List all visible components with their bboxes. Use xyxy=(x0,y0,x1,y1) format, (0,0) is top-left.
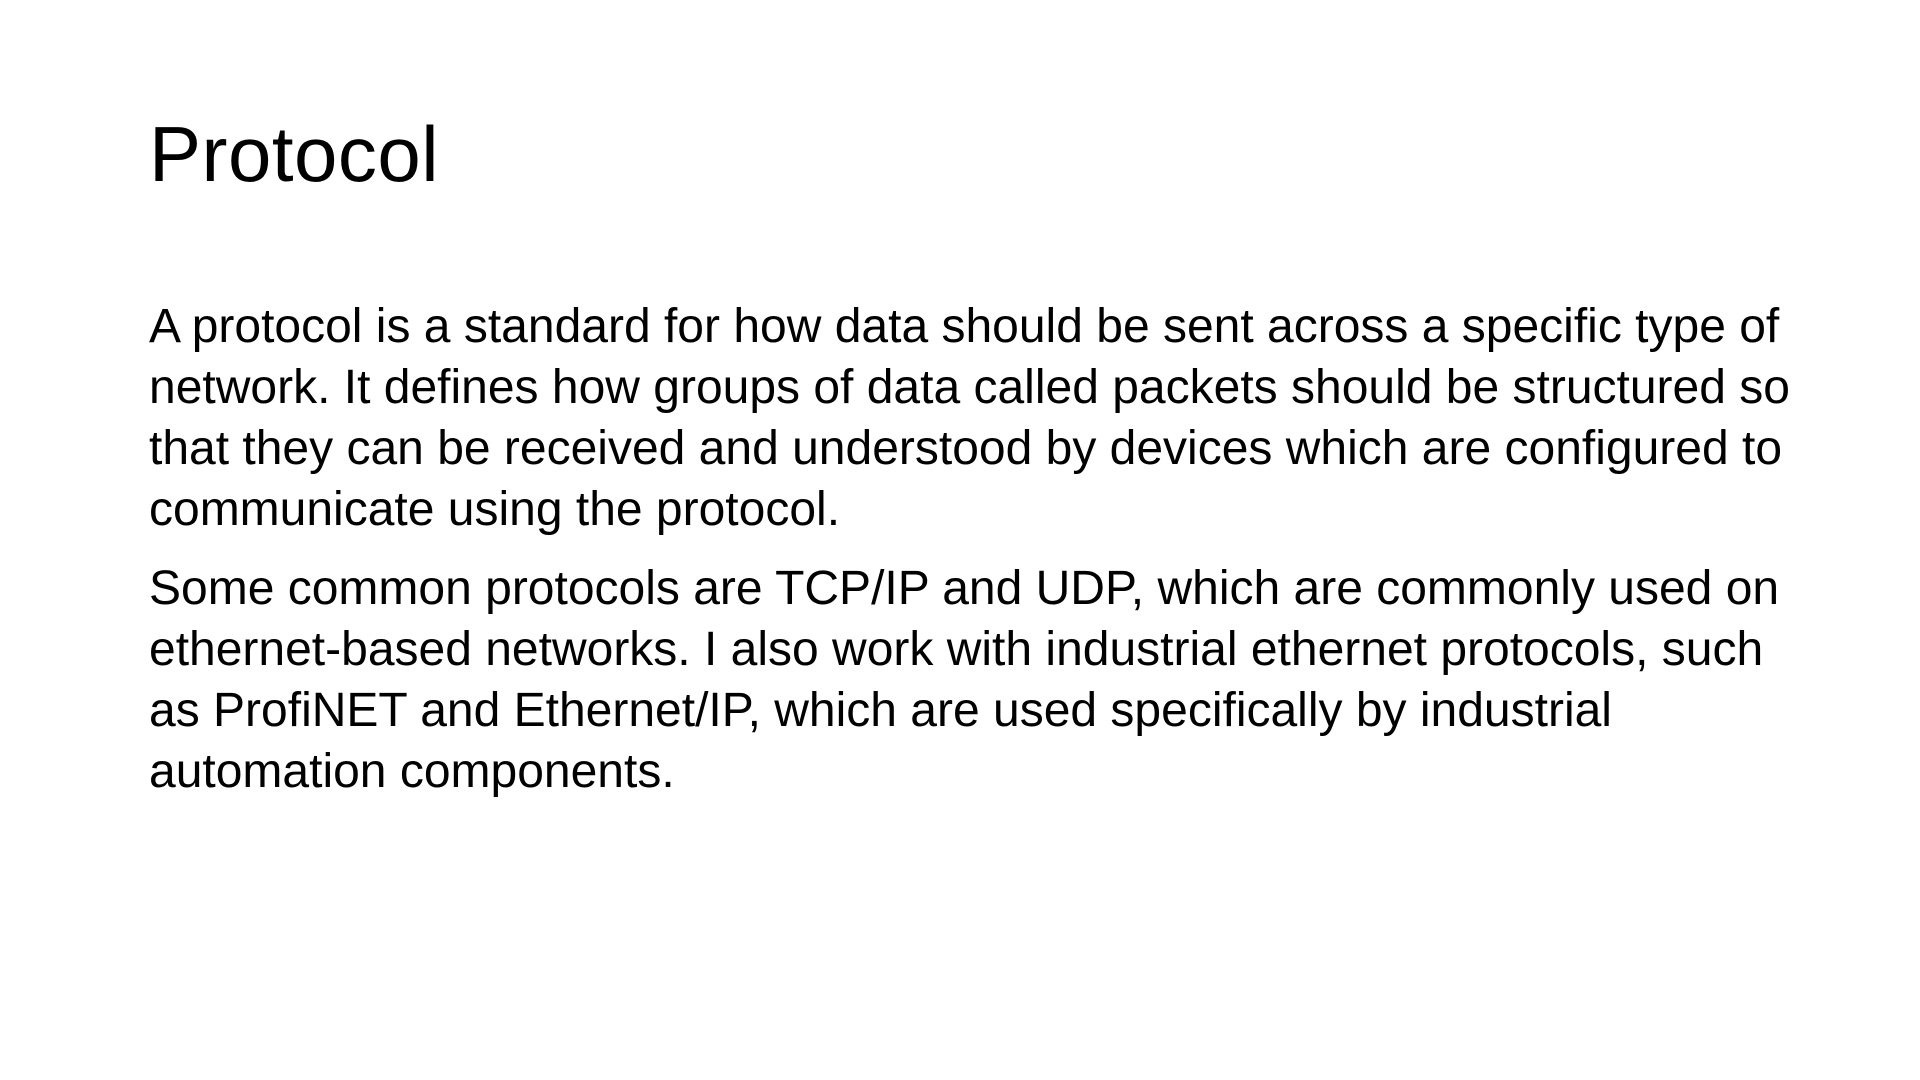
slide: Protocol A protocol is a standard for ho… xyxy=(0,0,1920,1080)
paragraph-protocol-definition: A protocol is a standard for how data sh… xyxy=(149,300,1790,536)
slide-content: A protocol is a standard for how data sh… xyxy=(149,296,1799,820)
paragraph-common-protocols: Some common protocols are TCP/IP and UDP… xyxy=(149,562,1780,798)
slide-title: Protocol xyxy=(149,110,440,198)
